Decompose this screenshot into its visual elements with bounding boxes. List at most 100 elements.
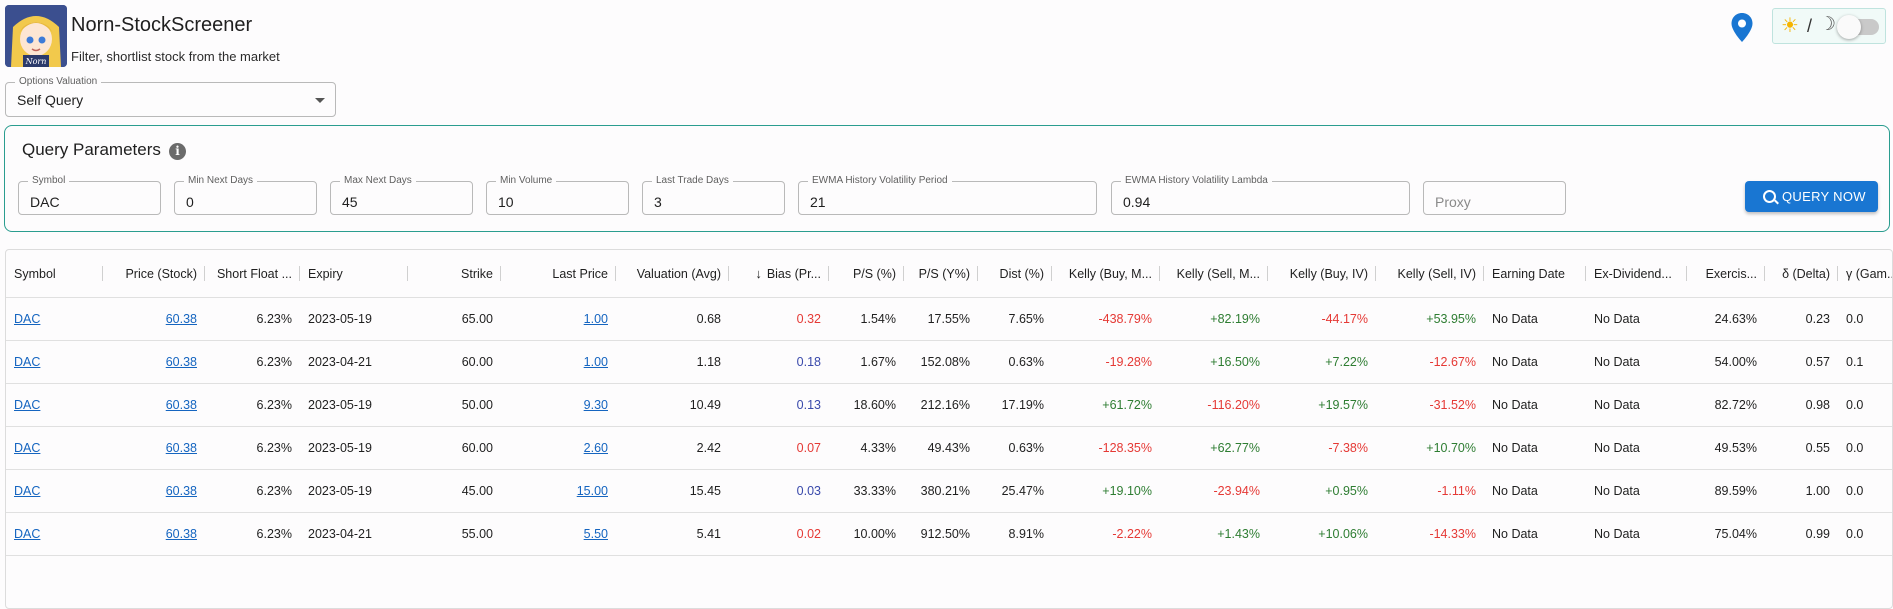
column-header-kelly-sell-iv[interactable]: Kelly (Sell, IV) bbox=[1376, 250, 1484, 297]
column-header-last-price[interactable]: Last Price bbox=[501, 250, 616, 297]
cell-link[interactable]: DAC bbox=[14, 441, 40, 455]
column-header-gamma[interactable]: γ (Gam... bbox=[1838, 250, 1892, 297]
column-header-label: Ex-Dividend... bbox=[1594, 266, 1672, 281]
column-header-kelly-sell-m[interactable]: Kelly (Sell, M... bbox=[1160, 250, 1268, 297]
cell-symbol[interactable]: DAC bbox=[6, 383, 103, 426]
cell-link[interactable]: 60.38 bbox=[166, 527, 197, 541]
cell-link[interactable]: 5.50 bbox=[584, 527, 608, 541]
column-header-ex-dividend[interactable]: Ex-Dividend... bbox=[1586, 250, 1687, 297]
cell-value: +19.10% bbox=[1102, 483, 1152, 498]
cell-exercise: 89.59% bbox=[1687, 469, 1765, 512]
column-header-strike[interactable]: Strike bbox=[408, 250, 501, 297]
proxy-field[interactable] bbox=[1423, 181, 1566, 215]
ewma-lambda-input[interactable] bbox=[1112, 182, 1409, 214]
column-header-expiry[interactable]: Expiry bbox=[300, 250, 408, 297]
cell-ps-y-pct: 380.21% bbox=[904, 469, 978, 512]
cell-bias: 0.18 bbox=[729, 340, 829, 383]
cell-symbol[interactable]: DAC bbox=[6, 512, 103, 555]
ewma-lambda-field[interactable]: EWMA History Volatility Lambda bbox=[1111, 175, 1410, 215]
cell-value: -116.20% bbox=[1207, 397, 1260, 412]
cell-symbol[interactable]: DAC bbox=[6, 297, 103, 340]
cell-link[interactable]: 1.00 bbox=[584, 312, 608, 326]
query-now-button[interactable]: QUERY NOW bbox=[1745, 181, 1878, 212]
proxy-input[interactable] bbox=[1424, 182, 1565, 214]
table-row[interactable]: DAC 60.38 6.23% 2023-05-19 65.00 1.00 0.68 0.32… bbox=[6, 297, 1892, 341]
column-header-valuation-avg[interactable]: Valuation (Avg) bbox=[616, 250, 729, 297]
min-volume-field[interactable]: Min Volume bbox=[486, 175, 629, 215]
cell-last-price[interactable]: 2.60 bbox=[501, 426, 616, 469]
column-header-price-stock[interactable]: Price (Stock) bbox=[103, 250, 205, 297]
table-row[interactable]: DAC 60.38 6.23% 2023-05-19 60.00 2.60 2.42 0.07… bbox=[6, 426, 1892, 470]
info-icon[interactable]: i bbox=[169, 143, 186, 160]
cell-link[interactable]: DAC bbox=[14, 312, 40, 326]
cell-link[interactable]: 2.60 bbox=[584, 441, 608, 455]
column-header-bias[interactable]: ↓ Bias (Pr... bbox=[729, 250, 829, 297]
ewma-period-field[interactable]: EWMA History Volatility Period bbox=[798, 175, 1097, 215]
last-trade-days-field[interactable]: Last Trade Days bbox=[642, 175, 785, 215]
cell-link[interactable]: 9.30 bbox=[584, 398, 608, 412]
table-row[interactable]: DAC 60.38 6.23% 2023-04-21 55.00 5.50 5.41 0.02… bbox=[6, 512, 1892, 556]
cell-link[interactable]: 60.38 bbox=[166, 312, 197, 326]
min-next-days-input[interactable] bbox=[175, 182, 316, 214]
column-header-dist-pct[interactable]: Dist (%) bbox=[978, 250, 1052, 297]
cell-dist-pct: 7.65% bbox=[978, 297, 1052, 340]
cell-link[interactable]: DAC bbox=[14, 484, 40, 498]
column-header-ps-y-pct[interactable]: P/S (Y%) bbox=[904, 250, 978, 297]
cell-last-price[interactable]: 15.00 bbox=[501, 469, 616, 512]
cell-price-stock[interactable]: 60.38 bbox=[103, 512, 205, 555]
cell-gamma: 0.0 bbox=[1838, 297, 1892, 340]
cell-link[interactable]: 15.00 bbox=[577, 484, 608, 498]
cell-delta: 0.98 bbox=[1765, 383, 1838, 426]
cell-last-price[interactable]: 1.00 bbox=[501, 297, 616, 340]
cell-last-price[interactable]: 5.50 bbox=[501, 512, 616, 555]
sort-arrow-icon[interactable]: ↓ bbox=[755, 266, 762, 281]
max-next-days-field[interactable]: Max Next Days bbox=[330, 175, 473, 215]
column-header-short-float[interactable]: Short Float ... bbox=[205, 250, 300, 297]
last-trade-days-input[interactable] bbox=[643, 182, 784, 214]
max-next-days-input[interactable] bbox=[331, 182, 472, 214]
cell-value: -1.11% bbox=[1437, 483, 1476, 498]
column-header-delta[interactable]: δ (Delta) bbox=[1765, 250, 1838, 297]
cell-link[interactable]: 1.00 bbox=[584, 355, 608, 369]
cell-link[interactable]: 60.38 bbox=[166, 441, 197, 455]
column-header-kelly-buy-iv[interactable]: Kelly (Buy, IV) bbox=[1268, 250, 1376, 297]
column-header-label: Dist (%) bbox=[999, 266, 1044, 281]
cell-link[interactable]: DAC bbox=[14, 355, 40, 369]
table-row[interactable]: DAC 60.38 6.23% 2023-05-19 50.00 9.30 10.49 0.1… bbox=[6, 383, 1892, 427]
cell-symbol[interactable]: DAC bbox=[6, 426, 103, 469]
symbol-field[interactable]: Symbol bbox=[18, 175, 161, 215]
cell-price-stock[interactable]: 60.38 bbox=[103, 426, 205, 469]
ewma-period-input[interactable] bbox=[799, 182, 1096, 214]
cell-price-stock[interactable]: 60.38 bbox=[103, 469, 205, 512]
min-volume-input[interactable] bbox=[487, 182, 628, 214]
cell-last-price[interactable]: 9.30 bbox=[501, 383, 616, 426]
symbol-input[interactable] bbox=[19, 182, 160, 214]
cell-price-stock[interactable]: 60.38 bbox=[103, 340, 205, 383]
cell-exercise: 24.63% bbox=[1687, 297, 1765, 340]
cell-link[interactable]: 60.38 bbox=[166, 484, 197, 498]
column-header-label: P/S (Y%) bbox=[918, 266, 970, 281]
cell-link[interactable]: DAC bbox=[14, 527, 40, 541]
column-header-ps-pct[interactable]: P/S (%) bbox=[829, 250, 904, 297]
dark-mode-toggle-thumb[interactable] bbox=[1837, 15, 1861, 39]
cell-price-stock[interactable]: 60.38 bbox=[103, 297, 205, 340]
cell-link[interactable]: 60.38 bbox=[166, 398, 197, 412]
column-header-kelly-buy-m[interactable]: Kelly (Buy, M... bbox=[1052, 250, 1160, 297]
table-row[interactable]: DAC 60.38 6.23% 2023-04-21 60.00 1.00 1.18 0.18… bbox=[6, 340, 1892, 384]
column-header-symbol[interactable]: Symbol bbox=[6, 250, 103, 297]
cell-link[interactable]: DAC bbox=[14, 398, 40, 412]
column-header-earning-date[interactable]: Earning Date bbox=[1484, 250, 1586, 297]
cell-price-stock[interactable]: 60.38 bbox=[103, 383, 205, 426]
column-header-exercise[interactable]: Exercis... bbox=[1687, 250, 1765, 297]
location-pin-icon[interactable] bbox=[1730, 12, 1754, 44]
options-valuation-select[interactable]: Options Valuation Self Query bbox=[5, 76, 336, 117]
cell-link[interactable]: 60.38 bbox=[166, 355, 197, 369]
cell-last-price[interactable]: 1.00 bbox=[501, 340, 616, 383]
min-next-days-field[interactable]: Min Next Days bbox=[174, 175, 317, 215]
cell-symbol[interactable]: DAC bbox=[6, 469, 103, 512]
cell-symbol[interactable]: DAC bbox=[6, 340, 103, 383]
grid-header: Symbol Price (Stock) Short Float ... Expiry… bbox=[6, 250, 1892, 298]
cell-value: 1.54% bbox=[860, 311, 896, 326]
cell-value: 1.00 bbox=[1805, 483, 1830, 498]
table-row[interactable]: DAC 60.38 6.23% 2023-05-19 45.00 15.00 15.45 0.… bbox=[6, 469, 1892, 513]
